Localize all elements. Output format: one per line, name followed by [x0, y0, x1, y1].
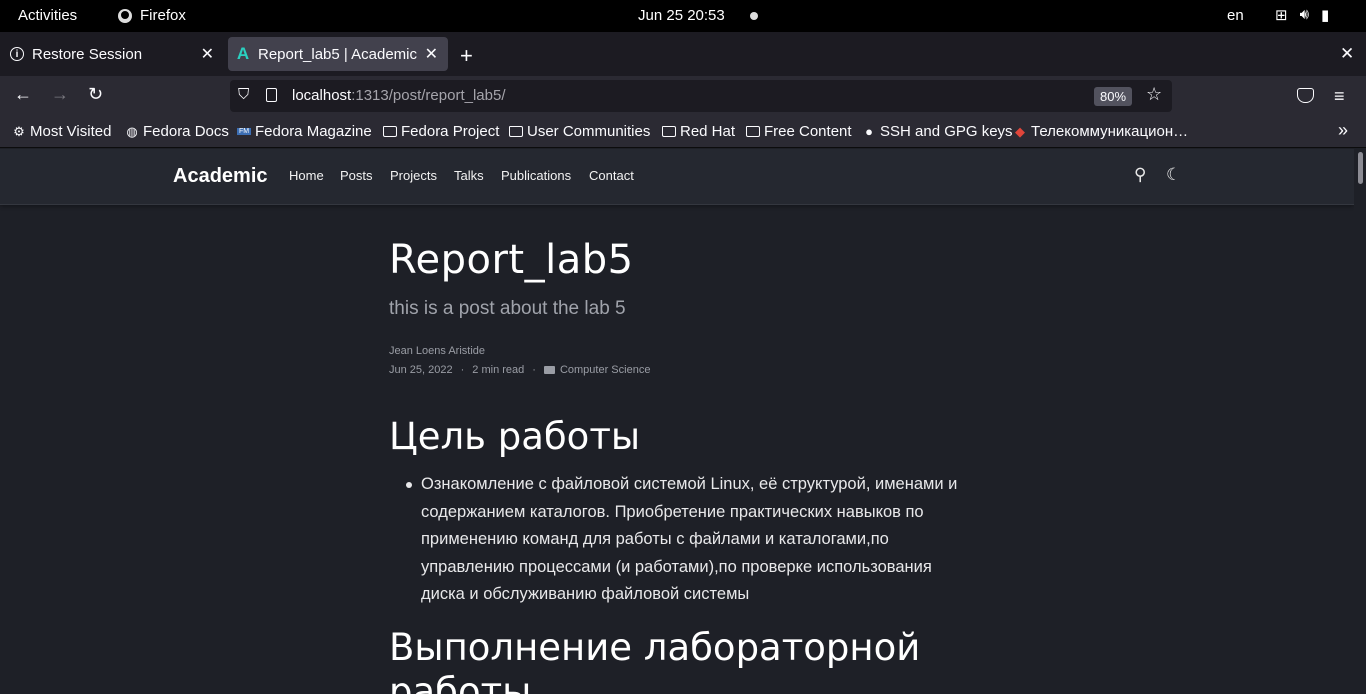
nav-link-home[interactable]: Home — [289, 168, 324, 183]
app-menu[interactable]: Firefox — [118, 7, 186, 24]
nav-link-publications[interactable]: Publications — [501, 168, 571, 183]
article-title: Report_lab5 — [389, 237, 634, 283]
new-tab-button[interactable]: + — [460, 43, 473, 69]
scrollbar-track[interactable] — [1354, 149, 1366, 694]
search-icon[interactable]: ⚲ — [1134, 165, 1146, 185]
nav-link-talks[interactable]: Talks — [454, 168, 484, 183]
bookmark-ssh-gpg-keys[interactable]: ● SSH and GPG keys — [862, 123, 1013, 140]
goal-bullet-list: Ознакомление с файловой системой Linux, … — [406, 471, 966, 609]
tab-restore-session[interactable]: i Restore Session ✕ — [0, 37, 224, 71]
network-icon: ⊞ — [1275, 7, 1288, 24]
pocket-icon[interactable] — [1297, 88, 1314, 103]
system-status-area[interactable]: ⊞ 🔊︎ ▮ — [1275, 6, 1329, 24]
battery-icon: ▮ — [1321, 7, 1330, 24]
bookmarks-toolbar: ⚙ Most Visited ◍ Fedora Docs FM Fedora Maga… — [0, 116, 1366, 148]
url-bar[interactable]: ⛉ localhost:1313/post/report_lab5/ 80% ☆ — [230, 80, 1172, 112]
folder-icon — [383, 126, 397, 137]
bookmark-star-icon[interactable]: ☆ — [1146, 84, 1162, 105]
web-page: Academic Home Posts Projects Talks Publi… — [0, 149, 1354, 694]
globe-icon: ◍ — [126, 123, 138, 139]
language-indicator[interactable]: en — [1227, 7, 1244, 24]
meta-separator: · — [460, 364, 465, 376]
bookmark-red-hat[interactable]: Red Hat — [662, 123, 735, 140]
telecom-icon: ◆ — [1015, 123, 1025, 139]
nav-link-posts[interactable]: Posts — [340, 168, 373, 183]
hamburger-menu-icon[interactable]: ≡ — [1334, 86, 1345, 107]
tab-report-lab5[interactable]: A Report_lab5 | Academic ✕ — [228, 37, 448, 71]
folder-icon — [662, 126, 676, 137]
volume-icon: 🔊︎ — [1299, 6, 1310, 23]
close-tab-icon[interactable]: ✕ — [201, 44, 214, 64]
activities-button[interactable]: Activities — [18, 7, 77, 24]
scrollbar-thumb[interactable] — [1358, 152, 1363, 184]
tab-title: Restore Session — [32, 45, 143, 63]
tab-strip: i Restore Session ✕ A Report_lab5 | Acad… — [0, 32, 1366, 76]
list-item: Ознакомление с файловой системой Linux, … — [406, 471, 966, 609]
bookmark-free-content[interactable]: Free Content — [746, 123, 852, 140]
close-tab-icon[interactable]: ✕ — [425, 44, 438, 64]
site-brand[interactable]: Academic — [173, 165, 268, 188]
article-meta: Jun 25, 2022 · 2 min read · Computer Sci… — [389, 364, 650, 376]
dark-mode-moon-icon[interactable]: ☾ — [1166, 165, 1181, 185]
clock[interactable]: Jun 25 20:53 — [638, 7, 725, 24]
system-top-bar: Activities Firefox Jun 25 20:53 en ⊞ 🔊︎ … — [0, 0, 1366, 32]
bookmark-telecom[interactable]: ◆ Телекоммуникацион… — [1013, 123, 1188, 140]
academic-favicon-icon: A — [236, 44, 250, 63]
url-text[interactable]: localhost:1313/post/report_lab5/ — [292, 87, 505, 104]
article-category[interactable]: Computer Science — [560, 364, 651, 376]
back-arrow-icon[interactable]: ← — [14, 84, 32, 105]
article-author[interactable]: Jean Loens Aristide — [389, 345, 485, 357]
nav-link-contact[interactable]: Contact — [589, 168, 634, 183]
page-info-icon[interactable] — [266, 88, 277, 102]
gear-icon: ⚙ — [13, 123, 25, 139]
window-close-icon[interactable]: ✕ — [1340, 44, 1354, 64]
forward-arrow-icon[interactable]: → — [51, 84, 69, 105]
section-heading-execution: Выполнение лабораторной работы — [389, 626, 921, 694]
zoom-level-badge[interactable]: 80% — [1094, 87, 1133, 106]
article-read-time: 2 min read — [472, 364, 525, 376]
bookmark-most-visited[interactable]: ⚙ Most Visited — [12, 123, 111, 140]
meta-separator: · — [532, 364, 536, 376]
bookmark-fedora-docs[interactable]: ◍ Fedora Docs — [125, 123, 229, 140]
bookmark-user-communities[interactable]: User Communities — [509, 123, 650, 140]
article-date: Jun 25, 2022 — [389, 364, 453, 376]
tab-title: Report_lab5 | Academic — [258, 45, 417, 63]
bookmark-fedora-magazine[interactable]: FM Fedora Magazine — [237, 123, 372, 140]
section-heading-goal: Цель работы — [389, 415, 641, 458]
folder-icon — [509, 126, 523, 137]
notification-dot — [750, 12, 758, 20]
bookmark-fedora-project[interactable]: Fedora Project — [383, 123, 499, 140]
firefox-icon — [118, 8, 132, 23]
folder-icon — [746, 126, 760, 137]
github-icon: ● — [865, 124, 873, 139]
nav-link-projects[interactable]: Projects — [390, 168, 437, 183]
fm-icon: FM — [237, 128, 251, 135]
category-folder-icon — [543, 366, 555, 374]
bookmarks-overflow-icon[interactable]: » — [1338, 120, 1348, 141]
info-icon: i — [10, 47, 24, 61]
reload-icon[interactable]: ↻ — [88, 84, 103, 105]
article-subtitle: this is a post about the lab 5 — [389, 298, 626, 319]
site-navbar: Academic Home Posts Projects Talks Publi… — [0, 149, 1354, 205]
navigation-toolbar: ← → ↻ ⛉ localhost:1313/post/report_lab5/… — [0, 76, 1366, 116]
tracking-shield-icon[interactable]: ⛉ — [238, 86, 249, 103]
app-name: Firefox — [140, 7, 186, 24]
